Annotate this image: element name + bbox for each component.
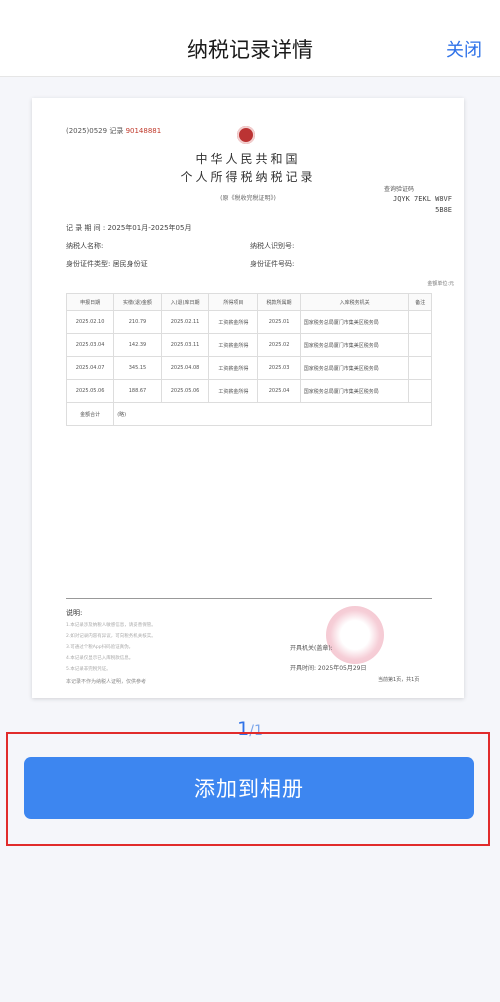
- table-row: 2025.03.04 142.39 2025.03.11 工资薪金所得 2025…: [65, 333, 432, 357]
- total-value: (略): [113, 402, 432, 426]
- cell: 2025.02: [257, 333, 301, 357]
- cell: [408, 379, 432, 403]
- document-title-line1: 中华人民共和国: [195, 152, 301, 166]
- note-line: 4.本记录仅显示已入库税款信息。: [66, 656, 134, 661]
- cell: 2025.04.07: [65, 356, 115, 380]
- cell: 国家税务总局厦门市集美区税务局: [299, 379, 410, 403]
- cell: 2025.01: [257, 310, 301, 334]
- note-line: 2.如对记录内容有异议，可向税务机关核实。: [66, 634, 156, 639]
- col-header: 入库税务机关: [299, 293, 410, 311]
- table-total-row: 金额合计 (略): [65, 402, 432, 426]
- document-reference: (2025)0529 记录 90148881: [66, 126, 161, 136]
- notes-title: 说明:: [66, 609, 83, 617]
- cell: 工资薪金所得: [208, 333, 259, 357]
- cell: 2025.03: [257, 356, 301, 380]
- cell: 国家税务总局厦门市集美区税务局: [299, 333, 410, 357]
- note-line: 3.可通过个税App扫码验证真伪。: [66, 645, 134, 650]
- add-to-album-button[interactable]: 添加到相册: [24, 757, 474, 819]
- cell: 2025.03.04: [65, 333, 115, 357]
- table-row: 2025.05.06 188.67 2025.05.06 工资薪金所得 2025…: [65, 379, 432, 403]
- note-line: 1.本记录涉及纳税人敏感信息，请妥善保管。: [66, 623, 156, 628]
- cell: 工资薪金所得: [208, 379, 259, 403]
- issuer-label: 开具机关(盖章):: [290, 645, 333, 652]
- cell: 2025.04: [257, 379, 301, 403]
- cell: 2025.02.11: [160, 310, 210, 334]
- table-header-row: 申报日期 实缴(退)金额 入(退)库日期 所得项目 税款所属期 入库税务机关 备…: [65, 293, 432, 311]
- page-title: 纳税记录详情: [187, 38, 313, 62]
- record-period: 记 录 期 间 : 2025年01月-2025年05月: [66, 224, 192, 232]
- col-header: 实缴(退)金额: [113, 293, 162, 311]
- cell: 工资薪金所得: [208, 356, 259, 380]
- document-divider: [66, 598, 432, 599]
- cell: [408, 333, 432, 357]
- cell: [408, 356, 432, 380]
- id-number: 身份证件号码:: [250, 260, 295, 268]
- cell: 188.67: [113, 379, 162, 403]
- national-emblem-icon: [237, 126, 255, 144]
- cell: 142.39: [113, 333, 162, 357]
- col-header: 入(退)库日期: [160, 293, 210, 311]
- total-label: 金额合计: [65, 402, 115, 426]
- cell: 工资薪金所得: [208, 310, 259, 334]
- table-row: 2025.04.07 345.15 2025.04.08 工资薪金所得 2025…: [65, 356, 432, 380]
- col-header: 备注: [408, 293, 432, 311]
- close-button[interactable]: 关闭: [446, 36, 482, 62]
- col-header: 所得项目: [208, 293, 259, 311]
- note-line: 5.本记录非完税凭证。: [66, 667, 111, 672]
- id-type: 身份证件类型: 居民身份证: [66, 260, 148, 268]
- nav-bar: 纳税记录详情 关闭: [0, 0, 500, 77]
- taxpayer-id: 纳税人识别号:: [250, 242, 295, 250]
- cell: 2025.04.08: [160, 356, 210, 380]
- col-header: 申报日期: [65, 293, 115, 311]
- verify-label: 查询验证码: [384, 186, 415, 193]
- ref-prefix: (2025)0529: [66, 127, 108, 135]
- cell: 345.15: [113, 356, 162, 380]
- official-seal-icon: [326, 606, 384, 664]
- verify-code-line1: JQYK 7EKL W8VF: [392, 195, 452, 203]
- cell: 210.79: [113, 310, 162, 334]
- verify-code-line2: 5B8E: [435, 206, 452, 214]
- cell: 2025.02.10: [65, 310, 115, 334]
- page-count: 当前第1页，共1页: [378, 677, 420, 683]
- tax-record-table: 申报日期 实缴(退)金额 入(退)库日期 所得项目 税款所属期 入库税务机关 备…: [65, 293, 432, 426]
- amount-unit: 金额单位:元: [427, 281, 454, 287]
- cell: 2025.03.11: [160, 333, 210, 357]
- table-row: 2025.02.10 210.79 2025.02.11 工资薪金所得 2025…: [65, 310, 432, 334]
- cell: 2025.05.06: [160, 379, 210, 403]
- footer-note: 本记录不作为纳税人证明，仅供参考: [66, 679, 147, 685]
- ref-number: 90148881: [125, 127, 162, 135]
- tax-record-document[interactable]: (2025)0529 记录 90148881 中华人民共和国 个人所得税纳税记录…: [32, 98, 464, 698]
- col-header: 税款所属期: [257, 293, 301, 311]
- cell: 国家税务总局厦门市集美区税务局: [299, 310, 410, 334]
- cell: 国家税务总局厦门市集美区税务局: [299, 356, 410, 380]
- cell: [408, 310, 432, 334]
- ref-mid: 记录: [109, 127, 124, 135]
- issue-date: 开具时间: 2025年05月29日: [290, 665, 367, 672]
- taxpayer-name: 纳税人名称:: [66, 242, 104, 250]
- document-title-line2: 个人所得税纳税记录: [180, 170, 316, 184]
- cell: 2025.05.06: [65, 379, 115, 403]
- verify-code: JQYK 7EKL W8VF 5B8E: [372, 194, 452, 216]
